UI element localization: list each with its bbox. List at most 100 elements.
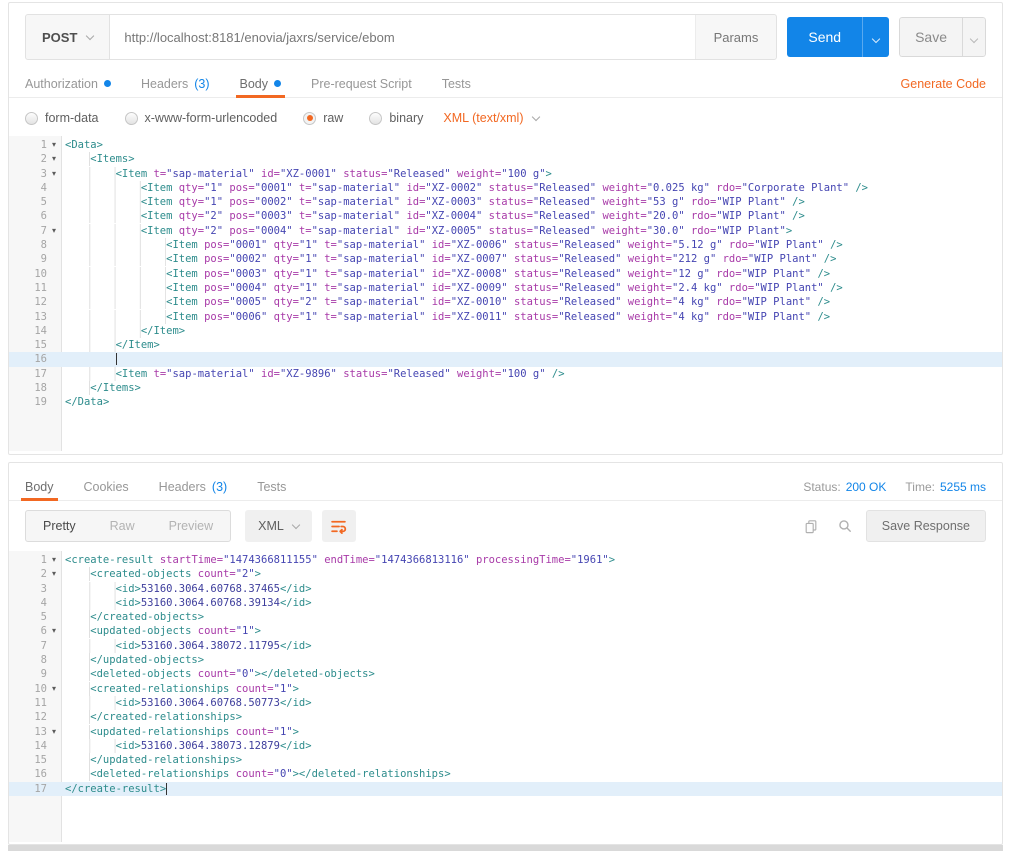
- code-line[interactable]: 2▾<Items>: [9, 152, 1002, 166]
- line-number-gutter: 10: [9, 267, 61, 281]
- code-line[interactable]: 13<Item pos="0006" qty="1" t="sap-materi…: [9, 310, 1002, 324]
- save-options-button[interactable]: [962, 17, 986, 57]
- code-content: <Item qty="2" pos="0004" t="sap-material…: [61, 224, 1002, 238]
- send-button[interactable]: Send: [787, 17, 862, 57]
- save-response-button[interactable]: Save Response: [866, 510, 986, 542]
- code-line[interactable]: 4<id>53160.3064.60768.39134</id>: [9, 596, 1002, 610]
- code-content: <Item qty="2" pos="0003" t="sap-material…: [61, 209, 1002, 223]
- code-line[interactable]: 7<id>53160.3064.38072.11795</id>: [9, 639, 1002, 653]
- view-mode-preview[interactable]: Preview: [152, 511, 230, 541]
- request-tab-pre-request-script[interactable]: Pre-request Script: [311, 70, 412, 97]
- line-number: 5: [41, 610, 47, 624]
- body-mode-form-data[interactable]: form-data: [25, 111, 99, 125]
- code-line[interactable]: 16<deleted-relationships count="0"></del…: [9, 767, 1002, 781]
- code-line[interactable]: 1▾<create-result startTime="147436681115…: [9, 553, 1002, 567]
- request-body-editor[interactable]: 1▾<Data>2▾<Items>3▾<Item t="sap-material…: [9, 136, 1002, 451]
- chevron-down-icon: [86, 31, 94, 39]
- code-line[interactable]: 3▾<Item t="sap-material" id="XZ-0001" st…: [9, 167, 1002, 181]
- tab-count: (3): [194, 77, 209, 91]
- code-line[interactable]: 12<Item pos="0005" qty="2" t="sap-materi…: [9, 295, 1002, 309]
- code-line[interactable]: 9<Item pos="0002" qty="1" t="sap-materia…: [9, 252, 1002, 266]
- content-type-selector[interactable]: XML (text/xml): [443, 111, 538, 125]
- body-mode-x-www-form-urlencoded[interactable]: x-www-form-urlencoded: [125, 111, 278, 125]
- code-line[interactable]: 18 </Items>: [9, 381, 1002, 395]
- code-line[interactable]: 12</created-relationships>: [9, 710, 1002, 724]
- request-tab-body[interactable]: Body: [240, 70, 282, 97]
- code-line[interactable]: 5</created-objects>: [9, 610, 1002, 624]
- response-tab-cookies[interactable]: Cookies: [84, 473, 129, 500]
- code-line[interactable]: 5<Item qty="1" pos="0002" t="sap-materia…: [9, 195, 1002, 209]
- request-tab-tests[interactable]: Tests: [442, 70, 471, 97]
- code-content: </updated-objects>: [61, 653, 1002, 667]
- code-content: <Data>: [61, 138, 1002, 152]
- line-number-gutter: 8: [9, 653, 61, 667]
- code-line[interactable]: 10<Item pos="0003" qty="1" t="sap-materi…: [9, 267, 1002, 281]
- time-label: Time:: [905, 480, 935, 494]
- tab-label: Body: [240, 77, 269, 91]
- status-value[interactable]: 200 OK: [846, 480, 887, 494]
- fold-arrow-icon: ▾: [47, 682, 61, 696]
- code-line[interactable]: 2▾<created-objects count="2">: [9, 567, 1002, 581]
- code-line[interactable]: 15</updated-relationships>: [9, 753, 1002, 767]
- code-line[interactable]: 6<Item qty="2" pos="0003" t="sap-materia…: [9, 209, 1002, 223]
- code-line[interactable]: 17<Item t="sap-material" id="XZ-9896" st…: [9, 367, 1002, 381]
- code-line[interactable]: 9<deleted-objects count="0"></deleted-ob…: [9, 667, 1002, 681]
- method-selector[interactable]: POST: [26, 15, 110, 59]
- code-line[interactable]: 19</Data>: [9, 395, 1002, 409]
- code-line[interactable]: 11<Item pos="0004" qty="1" t="sap-materi…: [9, 281, 1002, 295]
- line-number-gutter: 5: [9, 195, 61, 209]
- view-mode-pretty[interactable]: Pretty: [26, 511, 93, 541]
- code-content: <Item qty="1" pos="0002" t="sap-material…: [61, 195, 1002, 209]
- code-line[interactable]: 14<id>53160.3064.38073.12879</id>: [9, 739, 1002, 753]
- line-number-gutter: 9: [9, 667, 61, 681]
- line-number: 18: [34, 381, 47, 395]
- tab-label: Cookies: [84, 480, 129, 494]
- response-format-selector[interactable]: XML: [245, 510, 312, 542]
- code-line[interactable]: 14</Item>: [9, 324, 1002, 338]
- radio-icon: [303, 112, 316, 125]
- line-number: 8: [41, 238, 47, 252]
- send-options-button[interactable]: [862, 17, 889, 57]
- time-value[interactable]: 5255 ms: [940, 480, 986, 494]
- body-mode-raw[interactable]: raw: [303, 111, 343, 125]
- code-line[interactable]: 13▾<updated-relationships count="1">: [9, 725, 1002, 739]
- request-tab-authorization[interactable]: Authorization: [25, 70, 111, 97]
- response-body-editor[interactable]: 1▾<create-result startTime="147436681115…: [9, 551, 1002, 842]
- line-number-gutter: 1▾: [9, 553, 61, 567]
- line-number-gutter: 5: [9, 610, 61, 624]
- view-mode-raw[interactable]: Raw: [93, 511, 152, 541]
- request-tab-headers[interactable]: Headers(3): [141, 70, 210, 97]
- bottom-scrollbar-track[interactable]: [8, 845, 1003, 851]
- code-line[interactable]: 17</create-result>: [9, 782, 1002, 796]
- code-line[interactable]: 10▾<created-relationships count="1">: [9, 682, 1002, 696]
- save-button[interactable]: Save: [899, 17, 962, 57]
- code-content: </Items>: [61, 381, 1002, 395]
- code-line[interactable]: 7▾<Item qty="2" pos="0004" t="sap-materi…: [9, 224, 1002, 238]
- code-line[interactable]: 3<id>53160.3064.60768.37465</id>: [9, 582, 1002, 596]
- code-line[interactable]: 1▾<Data>: [9, 138, 1002, 152]
- wrap-lines-button[interactable]: [322, 510, 356, 542]
- generate-code-link[interactable]: Generate Code: [901, 77, 986, 91]
- line-number-gutter: 7: [9, 639, 61, 653]
- body-mode-binary[interactable]: binary: [369, 111, 423, 125]
- code-line[interactable]: 8<Item pos="0001" qty="1" t="sap-materia…: [9, 238, 1002, 252]
- code-line[interactable]: 4<Item qty="1" pos="0001" t="sap-materia…: [9, 181, 1002, 195]
- line-number-gutter: 2▾: [9, 152, 61, 166]
- response-tab-headers[interactable]: Headers(3): [159, 473, 228, 500]
- search-response-button[interactable]: [832, 513, 858, 539]
- params-button[interactable]: Params: [695, 15, 777, 59]
- line-number: 16: [34, 352, 47, 366]
- body-type-row: form-datax-www-form-urlencodedrawbinary …: [9, 98, 1002, 136]
- code-line[interactable]: 11<id>53160.3064.60768.50773</id>: [9, 696, 1002, 710]
- code-line[interactable]: 15</Item>: [9, 338, 1002, 352]
- code-line[interactable]: 16: [9, 352, 1002, 366]
- code-content: <Item pos="0003" qty="1" t="sap-material…: [61, 267, 1002, 281]
- response-tab-tests[interactable]: Tests: [257, 473, 286, 500]
- code-line[interactable]: 8</updated-objects>: [9, 653, 1002, 667]
- copy-response-button[interactable]: [798, 513, 824, 539]
- response-tab-body[interactable]: Body: [25, 473, 54, 500]
- line-number-gutter: 4: [9, 181, 61, 195]
- line-number-gutter: 14: [9, 324, 61, 338]
- code-line[interactable]: 6▾<updated-objects count="1">: [9, 624, 1002, 638]
- url-input[interactable]: http://localhost:8181/enovia/jaxrs/servi…: [110, 15, 694, 59]
